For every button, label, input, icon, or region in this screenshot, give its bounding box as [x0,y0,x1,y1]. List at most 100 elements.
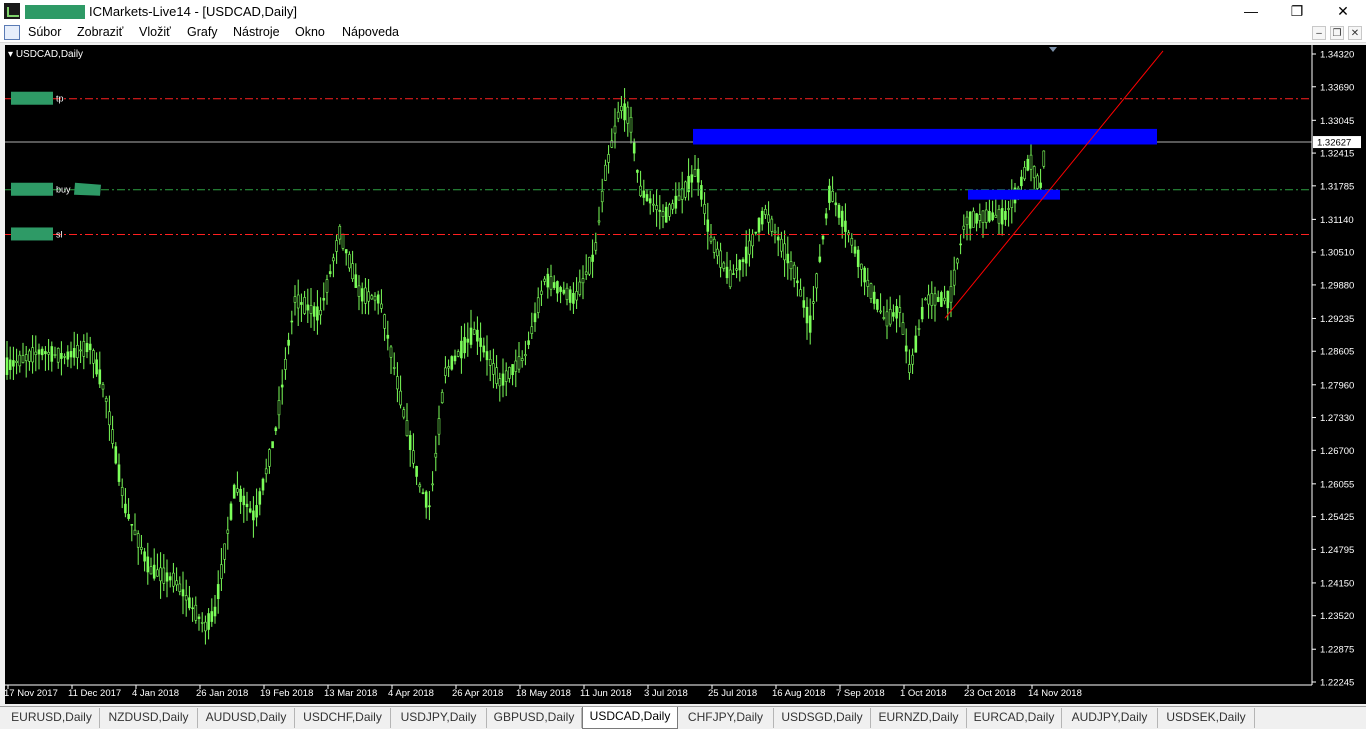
price-tick-label: 1.27330 [1320,413,1354,424]
candle-body [252,510,255,521]
support-trendline [944,50,1164,319]
candle-body [162,567,166,584]
candle-body [578,281,582,295]
chart-window-icon[interactable] [4,25,20,40]
chart-tab[interactable]: USDCAD,Daily [582,707,678,729]
date-axis: 17 Nov 2017 11 Dec 2017 4 Jan 2018 26 Jan 2… [5,684,1312,699]
chart-tab[interactable]: EURNZD,Daily [871,708,967,728]
candle-body [34,351,38,355]
candle-body [815,273,818,289]
candle-body [117,464,121,482]
menu-charts[interactable]: Grafy [187,25,218,39]
account-number-mask [25,5,85,19]
candle-body [338,226,342,240]
candle-body [386,334,390,339]
level-label-buy: buy [56,185,71,195]
chart-tab[interactable]: GBPUSD,Daily [487,708,582,728]
menu-file[interactable]: Súbor [28,25,61,39]
candle-body [424,491,428,508]
candle-body [146,556,150,573]
candle-body [562,289,566,294]
candle-body [786,253,790,264]
candle-body [40,348,44,356]
candle-body [709,236,713,242]
candle-body [533,313,537,323]
candle-body [482,345,486,353]
candle-body [776,236,780,241]
menu-insert[interactable]: Vložiť [139,25,171,39]
candle-body [392,367,396,369]
candle-body [396,376,399,390]
price-tick-label: 1.26055 [1320,479,1354,490]
chart-tab[interactable]: EURUSD,Daily [4,708,100,728]
app-icon [4,3,20,19]
chart-symbol-label: ▾ USDCAD,Daily [8,49,84,60]
candle-body [824,213,828,219]
maximize-button[interactable]: ❐ [1274,0,1320,23]
menu-help[interactable]: Nápoveda [342,25,399,39]
chart-tab[interactable]: AUDUSD,Daily [198,708,295,728]
minimize-button[interactable]: — [1228,0,1274,23]
candle-body [188,597,191,609]
chart-tab[interactable]: USDCHF,Daily [295,708,391,728]
chart-tab[interactable]: USDSEK,Daily [1158,708,1255,728]
chart-tab[interactable]: CHFJPY,Daily [678,708,774,728]
chart-tab[interactable]: NZDUSD,Daily [100,708,198,728]
candle-body [812,301,815,304]
candle-body [1039,182,1042,188]
close-button[interactable]: ✕ [1320,0,1366,23]
candle-body [367,291,370,302]
candle-body [152,564,156,579]
chart-tab[interactable]: USDSGD,Daily [774,708,871,728]
chart-tab[interactable]: EURCAD,Daily [967,708,1062,728]
candle-body [332,257,335,262]
mdi-minimize-button[interactable]: – [1312,26,1326,40]
candle-body [485,351,489,361]
candle-body [5,357,9,375]
candle-body [15,360,18,363]
candle-body [226,529,230,534]
candle-body [1036,175,1039,189]
mdi-restore-button[interactable]: ❐ [1330,26,1344,40]
candle-body [258,491,262,505]
price-chart[interactable]: tp buy sl 1.34320 1.33690 1.33045 1.32415 1.31… [5,45,1366,704]
candle-body [290,320,294,323]
candle-body [914,335,918,353]
candle-body [245,503,249,508]
candle-body [853,246,857,254]
date-tick-label: 4 Jan 2018 [132,688,179,699]
chart-tab[interactable]: AUDJPY,Daily [1062,708,1158,728]
menu-tools[interactable]: Nástroje [233,25,280,39]
chart-tab[interactable]: USDJPY,Daily [391,708,487,728]
candle-body [543,278,546,282]
candle-body [444,367,447,376]
candle-body [268,449,271,467]
price-tick-label: 1.29235 [1320,314,1354,325]
candle-body [703,204,706,214]
candle-body [428,505,431,508]
candle-body [997,209,1001,224]
candle-body [383,314,386,329]
menu-view[interactable]: Zobraziť [77,25,123,39]
candle-body [476,329,479,342]
candle-body [696,168,700,183]
candle-body [984,209,988,223]
window-title: ICMarkets-Live14 - [USDCAD,Daily] [89,4,298,19]
mdi-close-button[interactable]: ✕ [1348,26,1362,40]
price-tick-label: 1.33690 [1320,82,1354,93]
candle-body [172,572,175,587]
chart-canvas[interactable]: tp buy sl 1.34320 1.33690 1.33045 1.32415 1.31… [5,45,1366,704]
candle-body [360,288,364,302]
candle-body [991,212,994,221]
candle-body [284,358,287,370]
menu-window[interactable]: Okno [295,25,325,39]
candle-body [511,364,514,376]
candle-body [770,218,774,232]
candle-body [584,271,588,275]
candle-body [82,341,86,357]
candle-body [604,164,607,181]
candle-body [373,295,377,301]
price-tick-label: 1.24795 [1320,545,1354,556]
price-tick-label: 1.29880 [1320,280,1354,291]
candle-body [642,190,646,198]
